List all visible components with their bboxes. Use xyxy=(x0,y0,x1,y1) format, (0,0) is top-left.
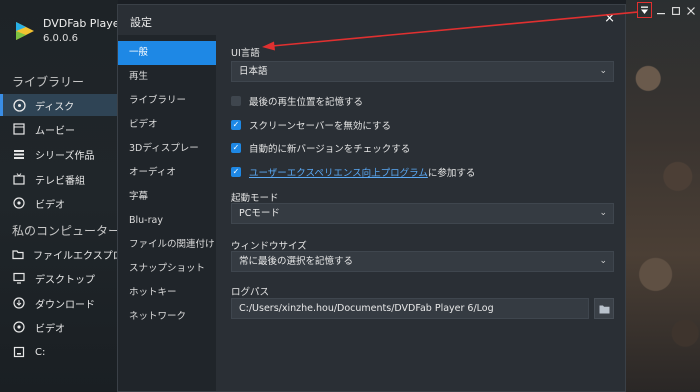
window-size-value: 常に最後の選択を記憶する xyxy=(239,256,354,267)
startup-mode-label: 起動モード xyxy=(231,193,279,204)
movie-icon xyxy=(12,122,26,136)
sidebar-item-file-explorer[interactable]: ファイルエクスプローラー xyxy=(0,243,118,265)
library-section-title: ライブラリー xyxy=(12,75,85,89)
sidebar-item-label: ダウンロード xyxy=(35,299,95,311)
sidebar-item-label: シリーズ作品 xyxy=(35,150,95,162)
sidebar-item-video-folder[interactable]: ビデオ xyxy=(0,316,118,338)
checkbox-auto-update-check[interactable]: ✓ xyxy=(231,143,241,153)
sidebar-item-video[interactable]: ビデオ xyxy=(0,192,118,214)
drive-icon xyxy=(12,345,26,359)
settings-nav-file-association[interactable]: ファイルの関連付け xyxy=(118,233,216,257)
sidebar-item-label: ビデオ xyxy=(35,323,65,335)
sidebar-item-label: ビデオ xyxy=(35,199,65,211)
tv-icon xyxy=(12,172,26,186)
sidebar-item-movie[interactable]: ムービー xyxy=(0,118,118,140)
minimize-button[interactable] xyxy=(654,4,668,18)
checkbox-disable-screensaver[interactable]: ✓ xyxy=(231,120,241,130)
settings-nav-video[interactable]: ビデオ xyxy=(118,113,216,137)
maximize-button[interactable] xyxy=(669,4,683,18)
window-size-label: ウィンドウサイズ xyxy=(231,241,307,252)
settings-nav-hotkey[interactable]: ホットキー xyxy=(118,281,216,305)
ui-language-select[interactable]: 日本語 ⌄ xyxy=(231,61,614,82)
settings-nav-network[interactable]: ネットワーク xyxy=(118,305,216,329)
settings-nav: 一般 再生 ライブラリー ビデオ 3Dディスプレー オーディオ 字幕 Blu-r… xyxy=(118,35,216,391)
checkbox-remember-position[interactable] xyxy=(231,96,241,106)
sidebar-item-download[interactable]: ダウンロード xyxy=(0,292,118,314)
sidebar-item-drive-c[interactable]: C: xyxy=(0,341,118,363)
window-close-button[interactable] xyxy=(684,4,698,18)
minimize-icon xyxy=(657,13,665,15)
log-path-label: ログパス xyxy=(231,287,270,298)
ui-language-value: 日本語 xyxy=(239,66,268,77)
chevron-down-icon xyxy=(641,6,648,14)
option-label: 最後の再生位置を記憶する xyxy=(249,97,364,108)
folder-icon xyxy=(599,305,609,313)
sidebar-item-series[interactable]: シリーズ作品 xyxy=(0,143,118,165)
folder-icon xyxy=(12,247,24,261)
option-label: スクリーンセーバーを無効にする xyxy=(249,121,392,132)
chevron-down-icon: ⌄ xyxy=(599,66,607,76)
computer-section-title: 私のコンピューター xyxy=(12,224,121,238)
option-join-ux-program[interactable]: ✓ ユーザーエクスペリエンス向上プログラム に参加する xyxy=(231,165,475,179)
series-icon xyxy=(12,147,26,161)
menu-dropdown-button[interactable] xyxy=(637,2,652,18)
close-icon xyxy=(687,7,695,15)
sidebar-item-label: ムービー xyxy=(35,125,75,137)
chevron-down-icon: ⌄ xyxy=(599,256,607,266)
settings-nav-subtitle[interactable]: 字幕 xyxy=(118,185,216,209)
settings-nav-bluray[interactable]: Blu-ray xyxy=(118,209,216,233)
ui-language-label: UI言語 xyxy=(231,48,260,59)
settings-nav-library[interactable]: ライブラリー xyxy=(118,89,216,113)
settings-nav-3d-display[interactable]: 3Dディスプレー xyxy=(118,137,216,161)
settings-nav-general[interactable]: 一般 xyxy=(118,41,216,65)
sidebar-item-label: テレビ番組 xyxy=(35,175,85,187)
ux-program-link[interactable]: ユーザーエクスペリエンス向上プログラム xyxy=(249,165,428,179)
sidebar-item-desktop[interactable]: デスクトップ xyxy=(0,267,118,289)
option-label: に参加する xyxy=(427,168,476,179)
video-icon xyxy=(12,196,26,210)
checkbox-join-ux-program[interactable]: ✓ xyxy=(231,167,241,177)
sidebar-item-label: デスクトップ xyxy=(35,274,95,286)
sidebar-item-label: C: xyxy=(35,346,46,358)
settings-nav-snapshot[interactable]: スナップショット xyxy=(118,257,216,281)
dialog-close-button[interactable]: × xyxy=(604,11,615,26)
video-icon xyxy=(12,320,26,334)
settings-dialog: 設定 × 一般 再生 ライブラリー ビデオ 3Dディスプレー オーディオ 字幕 … xyxy=(117,4,626,392)
app-version: 6.0.0.6 xyxy=(43,33,78,44)
option-auto-update-check[interactable]: ✓ 自動的に新バージョンをチェックする xyxy=(231,141,410,155)
settings-nav-playback[interactable]: 再生 xyxy=(118,65,216,89)
window-size-select[interactable]: 常に最後の選択を記憶する ⌄ xyxy=(231,251,614,272)
desktop-icon xyxy=(12,271,26,285)
browse-folder-button[interactable] xyxy=(594,298,614,319)
option-disable-screensaver[interactable]: ✓ スクリーンセーバーを無効にする xyxy=(231,118,391,132)
sidebar: DVDFab Player 6 6.0.0.6 ライブラリー ディスク ムービー… xyxy=(0,0,135,392)
startup-mode-select[interactable]: PCモード ⌄ xyxy=(231,203,614,224)
sidebar-item-disc[interactable]: ディスク xyxy=(0,94,118,116)
chevron-down-icon: ⌄ xyxy=(599,208,607,218)
option-label: 自動的に新バージョンをチェックする xyxy=(249,144,411,155)
sidebar-item-tv[interactable]: テレビ番組 xyxy=(0,168,118,190)
sidebar-item-label: ディスク xyxy=(35,101,75,113)
sidebar-item-label: ファイルエクスプローラー xyxy=(33,250,118,262)
option-remember-position[interactable]: 最後の再生位置を記憶する xyxy=(231,94,363,108)
dialog-title: 設定 xyxy=(130,16,152,29)
dialog-header: 設定 × xyxy=(118,5,625,35)
settings-nav-audio[interactable]: オーディオ xyxy=(118,161,216,185)
startup-mode-value: PCモード xyxy=(239,208,280,219)
maximize-icon xyxy=(672,7,680,15)
log-path-input[interactable]: C:/Users/xinzhe.hou/Documents/DVDFab Pla… xyxy=(231,298,589,319)
background-image xyxy=(626,0,700,392)
app-logo-icon xyxy=(16,22,34,40)
download-icon xyxy=(12,296,26,310)
disc-icon xyxy=(12,98,26,112)
